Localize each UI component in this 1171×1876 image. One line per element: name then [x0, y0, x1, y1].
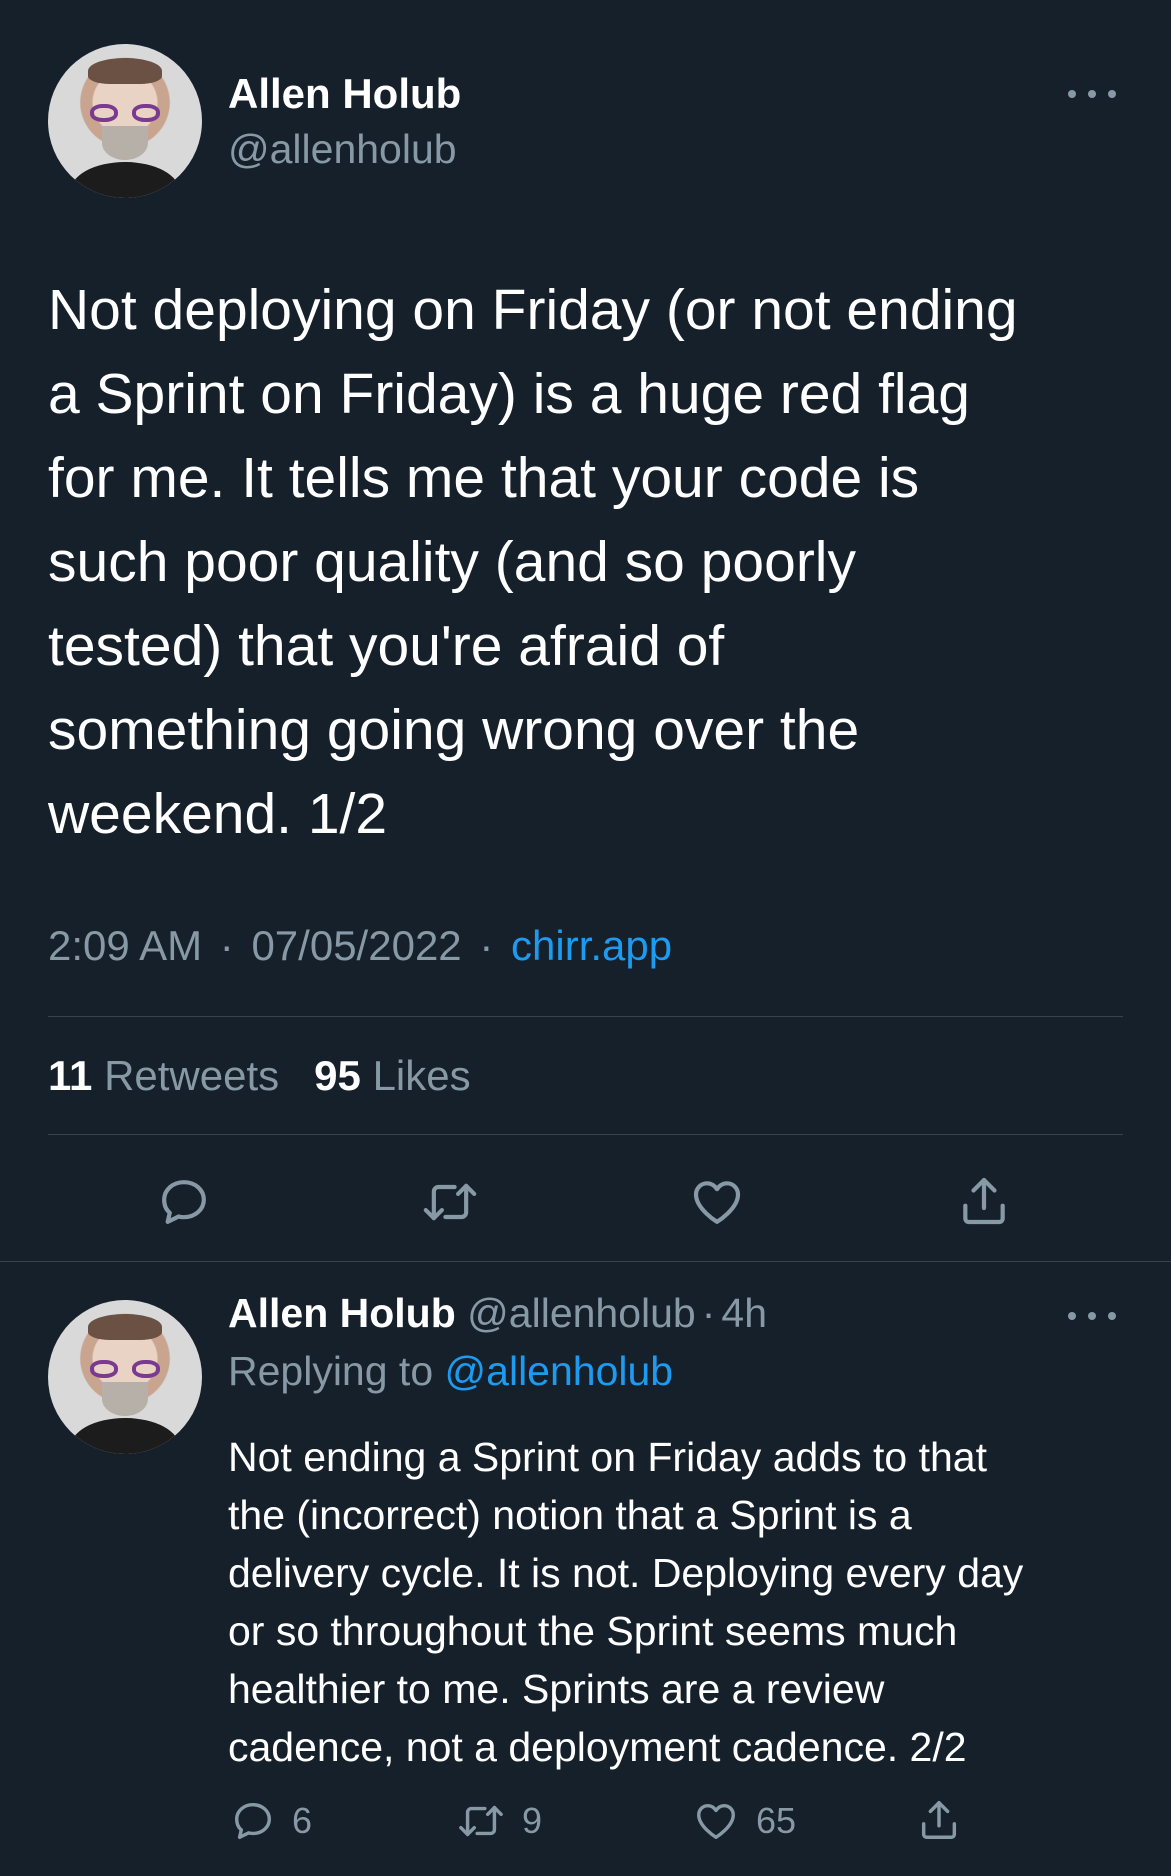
- likes-stat[interactable]: 95 Likes: [314, 1052, 470, 1099]
- likes-count: 95: [314, 1052, 361, 1099]
- author-name[interactable]: Allen Holub: [228, 1290, 456, 1336]
- avatar-glasses: [90, 104, 160, 122]
- more-options-icon[interactable]: [1068, 1306, 1116, 1326]
- divider: [48, 1016, 1123, 1017]
- reply-icon: [162, 1180, 206, 1224]
- retweet-icon: [423, 1183, 477, 1221]
- tweet-text: Not deploying on Friday (or not ending a…: [48, 278, 1018, 846]
- reply-icon: [234, 1802, 272, 1840]
- tweet-age: 4h: [721, 1290, 768, 1336]
- avatar-shirt: [70, 162, 180, 198]
- more-options-icon[interactable]: [1068, 84, 1116, 104]
- like-button[interactable]: 65: [692, 1798, 796, 1844]
- retweet-button[interactable]: [420, 1174, 480, 1230]
- replying-to-link[interactable]: @allenholub: [445, 1348, 674, 1394]
- divider: [48, 1134, 1123, 1135]
- reply-button[interactable]: 6: [230, 1798, 312, 1844]
- avatar-hair: [88, 58, 162, 84]
- retweet-icon: [459, 1805, 503, 1837]
- avatar[interactable]: [48, 1300, 202, 1454]
- share-icon: [921, 1801, 957, 1839]
- header-separator: ·: [701, 1290, 716, 1336]
- reply-button[interactable]: [156, 1174, 212, 1230]
- avatar-beard: [102, 1382, 148, 1416]
- avatar-beard: [102, 126, 148, 160]
- reply-header: Allen Holub @allenholub · 4h: [228, 1290, 767, 1337]
- tweet-time: 2:09 AM: [48, 922, 203, 969]
- engagement-stats: 11 Retweets 95 Likes: [48, 1052, 471, 1100]
- replying-to: Replying to @allenholub: [228, 1348, 673, 1395]
- author-handle[interactable]: @allenholub: [228, 126, 457, 173]
- reply-text: Not ending a Sprint on Friday adds to th…: [228, 1434, 1024, 1770]
- tweet-meta: 2:09 AM · 07/05/2022 · chirr.app: [48, 922, 672, 970]
- avatar-hair: [88, 1314, 162, 1340]
- like-icon: [693, 1181, 741, 1224]
- share-button[interactable]: [956, 1172, 1012, 1230]
- retweets-count: 11: [48, 1052, 93, 1099]
- meta-separator: ·: [219, 922, 234, 969]
- like-icon: [697, 1803, 735, 1840]
- meta-separator: ·: [479, 922, 494, 969]
- tweet-date: 07/05/2022: [251, 922, 462, 969]
- share-icon: [963, 1177, 1005, 1225]
- avatar-shirt: [70, 1418, 180, 1454]
- retweets-label: Retweets: [104, 1052, 280, 1099]
- main-tweet: Allen Holub @allenholub Not deploying on…: [0, 0, 1171, 1262]
- like-button[interactable]: [688, 1174, 746, 1230]
- like-count: 65: [756, 1800, 797, 1841]
- retweet-button[interactable]: 9: [456, 1798, 542, 1844]
- tweet-source-link[interactable]: chirr.app: [511, 922, 672, 969]
- author-name[interactable]: Allen Holub: [228, 70, 461, 118]
- reply-tweet[interactable]: Allen Holub @allenholub · 4h Replying to @…: [0, 1262, 1171, 1876]
- reply-count: 6: [292, 1800, 313, 1841]
- share-button[interactable]: [916, 1796, 962, 1844]
- avatar[interactable]: [48, 44, 202, 198]
- author-handle[interactable]: @allenholub: [467, 1290, 696, 1336]
- retweets-stat[interactable]: 11 Retweets: [48, 1052, 279, 1099]
- replying-label: Replying to: [228, 1348, 434, 1394]
- likes-label: Likes: [372, 1052, 471, 1099]
- avatar-glasses: [90, 1360, 160, 1378]
- retweet-count: 9: [522, 1800, 543, 1841]
